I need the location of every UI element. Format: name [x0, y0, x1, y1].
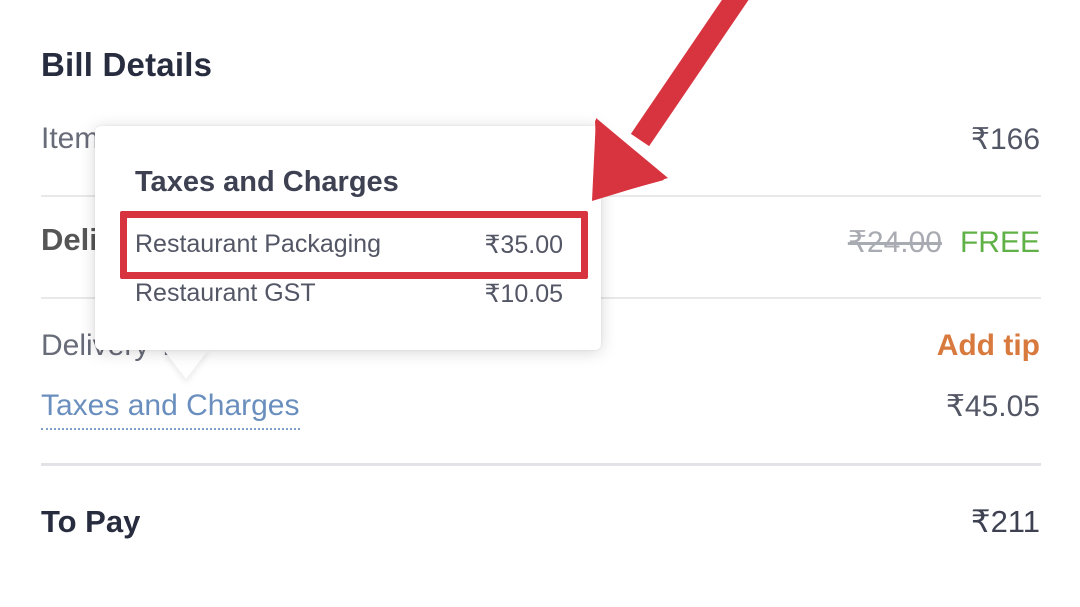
annotation-arrow-icon	[592, 0, 749, 201]
